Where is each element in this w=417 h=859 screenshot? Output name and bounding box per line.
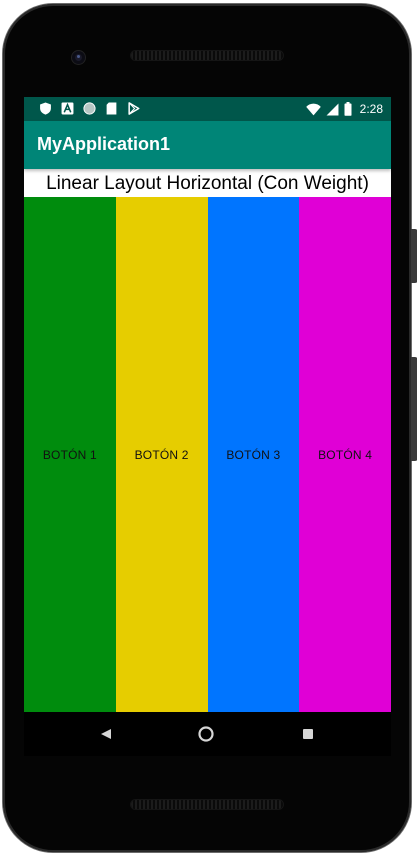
home-icon bbox=[198, 726, 214, 742]
play-store-icon bbox=[128, 102, 140, 115]
back-icon bbox=[101, 729, 111, 739]
page-heading: Linear Layout Horizontal (Con Weight) bbox=[46, 173, 369, 194]
front-camera bbox=[72, 51, 85, 64]
status-bar: 2:28 bbox=[24, 97, 391, 121]
power-button[interactable] bbox=[411, 229, 417, 283]
home-button[interactable] bbox=[196, 724, 216, 744]
back-button[interactable] bbox=[96, 724, 116, 744]
button-3[interactable]: BOTÓN 3 bbox=[207, 197, 300, 712]
recents-icon bbox=[303, 729, 313, 739]
button-1[interactable]: BOTÓN 1 bbox=[24, 197, 116, 712]
top-speaker bbox=[131, 51, 283, 60]
app-title: MyApplication1 bbox=[37, 134, 171, 154]
recents-button[interactable] bbox=[298, 724, 318, 744]
battery-icon bbox=[344, 102, 352, 116]
button-4[interactable]: BOTÓN 4 bbox=[299, 197, 391, 712]
circle-icon bbox=[83, 102, 96, 115]
button-2[interactable]: BOTÓN 2 bbox=[115, 197, 208, 712]
status-right-icons: 2:28 bbox=[305, 101, 383, 117]
device-screen: 2:28 MyApplication1 Linear Layout Horizo… bbox=[24, 97, 391, 712]
bottom-speaker bbox=[131, 800, 283, 809]
status-clock: 2:28 bbox=[359, 102, 383, 116]
app-bar: MyApplication1 bbox=[24, 121, 391, 169]
button-row: BOTÓN 1 BOTÓN 2 BOTÓN 3 BOTÓN 4 bbox=[24, 197, 391, 712]
sd-card-icon bbox=[106, 102, 117, 115]
shield-icon bbox=[40, 102, 51, 115]
status-left-icons bbox=[39, 102, 140, 115]
signal-icon bbox=[326, 103, 339, 115]
volume-button[interactable] bbox=[411, 357, 417, 461]
navigation-bar bbox=[24, 712, 391, 756]
font-a-icon bbox=[61, 102, 74, 115]
wifi-icon bbox=[305, 103, 321, 115]
